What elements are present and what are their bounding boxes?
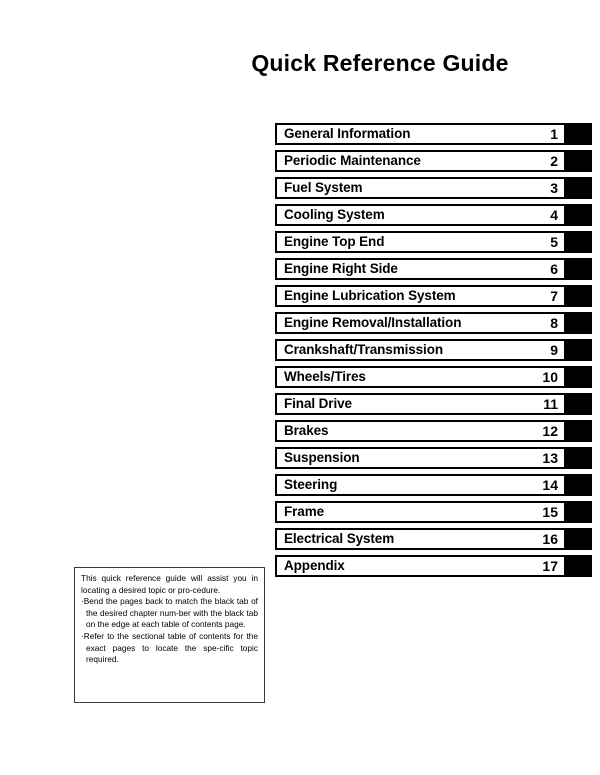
chapter-black-tab [566, 339, 592, 361]
chapter-number: 15 [542, 504, 558, 520]
table-row[interactable]: Engine Top End 5 [275, 231, 592, 253]
table-row[interactable]: Fuel System 3 [275, 177, 592, 199]
chapter-title: Suspension [284, 451, 360, 465]
chapter-black-tab [566, 123, 592, 145]
chapter-black-tab [566, 312, 592, 334]
table-row[interactable]: Steering 14 [275, 474, 592, 496]
chapter-black-tab [566, 501, 592, 523]
chapter-title: Electrical System [284, 532, 395, 546]
table-row[interactable]: Cooling System 4 [275, 204, 592, 226]
instructions-note-box: This quick reference guide will assist y… [74, 567, 265, 703]
note-intro-text: This quick reference guide will assist y… [81, 573, 258, 595]
table-row[interactable]: Engine Right Side 6 [275, 258, 592, 280]
page-title: Quick Reference Guide [251, 50, 509, 76]
chapter-title: Frame [284, 505, 325, 519]
chapter-title: Fuel System [284, 181, 363, 195]
note-bullet-text: Bend the pages back to match the black t… [83, 596, 258, 630]
chapter-index-table: General Information 1 Periodic Maintenan… [275, 123, 592, 582]
chapter-number: 12 [542, 423, 558, 439]
table-row[interactable]: Suspension 13 [275, 447, 592, 469]
chapter-title: Appendix [284, 559, 345, 573]
chapter-title: General Information [284, 127, 411, 141]
chapter-box[interactable]: Suspension 13 [275, 447, 566, 469]
chapter-black-tab [566, 474, 592, 496]
chapter-box[interactable]: Fuel System 3 [275, 177, 566, 199]
chapter-black-tab [566, 150, 592, 172]
chapter-number: 14 [542, 477, 558, 493]
chapter-number: 10 [542, 369, 558, 385]
table-row[interactable]: Engine Lubrication System 7 [275, 285, 592, 307]
chapter-black-tab [566, 204, 592, 226]
chapter-black-tab [566, 393, 592, 415]
table-row[interactable]: General Information 1 [275, 123, 592, 145]
chapter-title: Engine Top End [284, 235, 385, 249]
chapter-black-tab [566, 447, 592, 469]
chapter-box[interactable]: Brakes 12 [275, 420, 566, 442]
chapter-box[interactable]: Periodic Maintenance 2 [275, 150, 566, 172]
chapter-number: 17 [542, 558, 558, 574]
chapter-number: 9 [550, 342, 558, 358]
chapter-box[interactable]: Engine Removal/Installation 8 [275, 312, 566, 334]
chapter-black-tab [566, 177, 592, 199]
chapter-box[interactable]: Electrical System 16 [275, 528, 566, 550]
chapter-number: 16 [542, 531, 558, 547]
chapter-black-tab [566, 366, 592, 388]
chapter-black-tab [566, 231, 592, 253]
table-row[interactable]: Engine Removal/Installation 8 [275, 312, 592, 334]
table-row[interactable]: Final Drive 11 [275, 393, 592, 415]
chapter-number: 8 [550, 315, 558, 331]
note-bullet-item: ·Refer to the sectional table of content… [81, 631, 258, 666]
chapter-box[interactable]: Appendix 17 [275, 555, 566, 577]
chapter-number: 6 [550, 261, 558, 277]
chapter-box[interactable]: Engine Right Side 6 [275, 258, 566, 280]
chapter-box[interactable]: Crankshaft/Transmission 9 [275, 339, 566, 361]
chapter-title: Cooling System [284, 208, 385, 222]
chapter-title: Brakes [284, 424, 329, 438]
chapter-box[interactable]: Frame 15 [275, 501, 566, 523]
table-row[interactable]: Wheels/Tires 10 [275, 366, 592, 388]
chapter-number: 13 [542, 450, 558, 466]
chapter-title: Wheels/Tires [284, 370, 366, 384]
chapter-black-tab [566, 285, 592, 307]
table-row[interactable]: Crankshaft/Transmission 9 [275, 339, 592, 361]
chapter-title: Final Drive [284, 397, 352, 411]
chapter-box[interactable]: Steering 14 [275, 474, 566, 496]
chapter-number: 11 [543, 396, 558, 412]
table-row[interactable]: Periodic Maintenance 2 [275, 150, 592, 172]
chapter-number: 7 [550, 288, 558, 304]
chapter-title: Engine Lubrication System [284, 289, 456, 303]
chapter-number: 5 [550, 234, 558, 250]
chapter-title: Periodic Maintenance [284, 154, 421, 168]
chapter-title: Engine Right Side [284, 262, 398, 276]
table-row[interactable]: Brakes 12 [275, 420, 592, 442]
chapter-box[interactable]: Final Drive 11 [275, 393, 566, 415]
chapter-box[interactable]: Cooling System 4 [275, 204, 566, 226]
table-row[interactable]: Appendix 17 [275, 555, 592, 577]
table-row[interactable]: Electrical System 16 [275, 528, 592, 550]
chapter-number: 3 [550, 180, 558, 196]
note-bullet-text: Refer to the sectional table of contents… [83, 630, 258, 665]
chapter-title: Crankshaft/Transmission [284, 343, 444, 357]
chapter-title: Engine Removal/Installation [284, 316, 462, 330]
chapter-black-tab [566, 555, 592, 577]
chapter-box[interactable]: Engine Top End 5 [275, 231, 566, 253]
chapter-black-tab [566, 258, 592, 280]
chapter-number: 2 [550, 153, 558, 169]
note-bullet-item: ·Bend the pages back to match the black … [81, 596, 258, 631]
chapter-black-tab [566, 420, 592, 442]
chapter-title: Steering [284, 478, 338, 492]
chapter-box[interactable]: Wheels/Tires 10 [275, 366, 566, 388]
chapter-box[interactable]: General Information 1 [275, 123, 566, 145]
chapter-box[interactable]: Engine Lubrication System 7 [275, 285, 566, 307]
chapter-black-tab [566, 528, 592, 550]
chapter-number: 4 [550, 207, 558, 223]
table-row[interactable]: Frame 15 [275, 501, 592, 523]
chapter-number: 1 [550, 126, 558, 142]
